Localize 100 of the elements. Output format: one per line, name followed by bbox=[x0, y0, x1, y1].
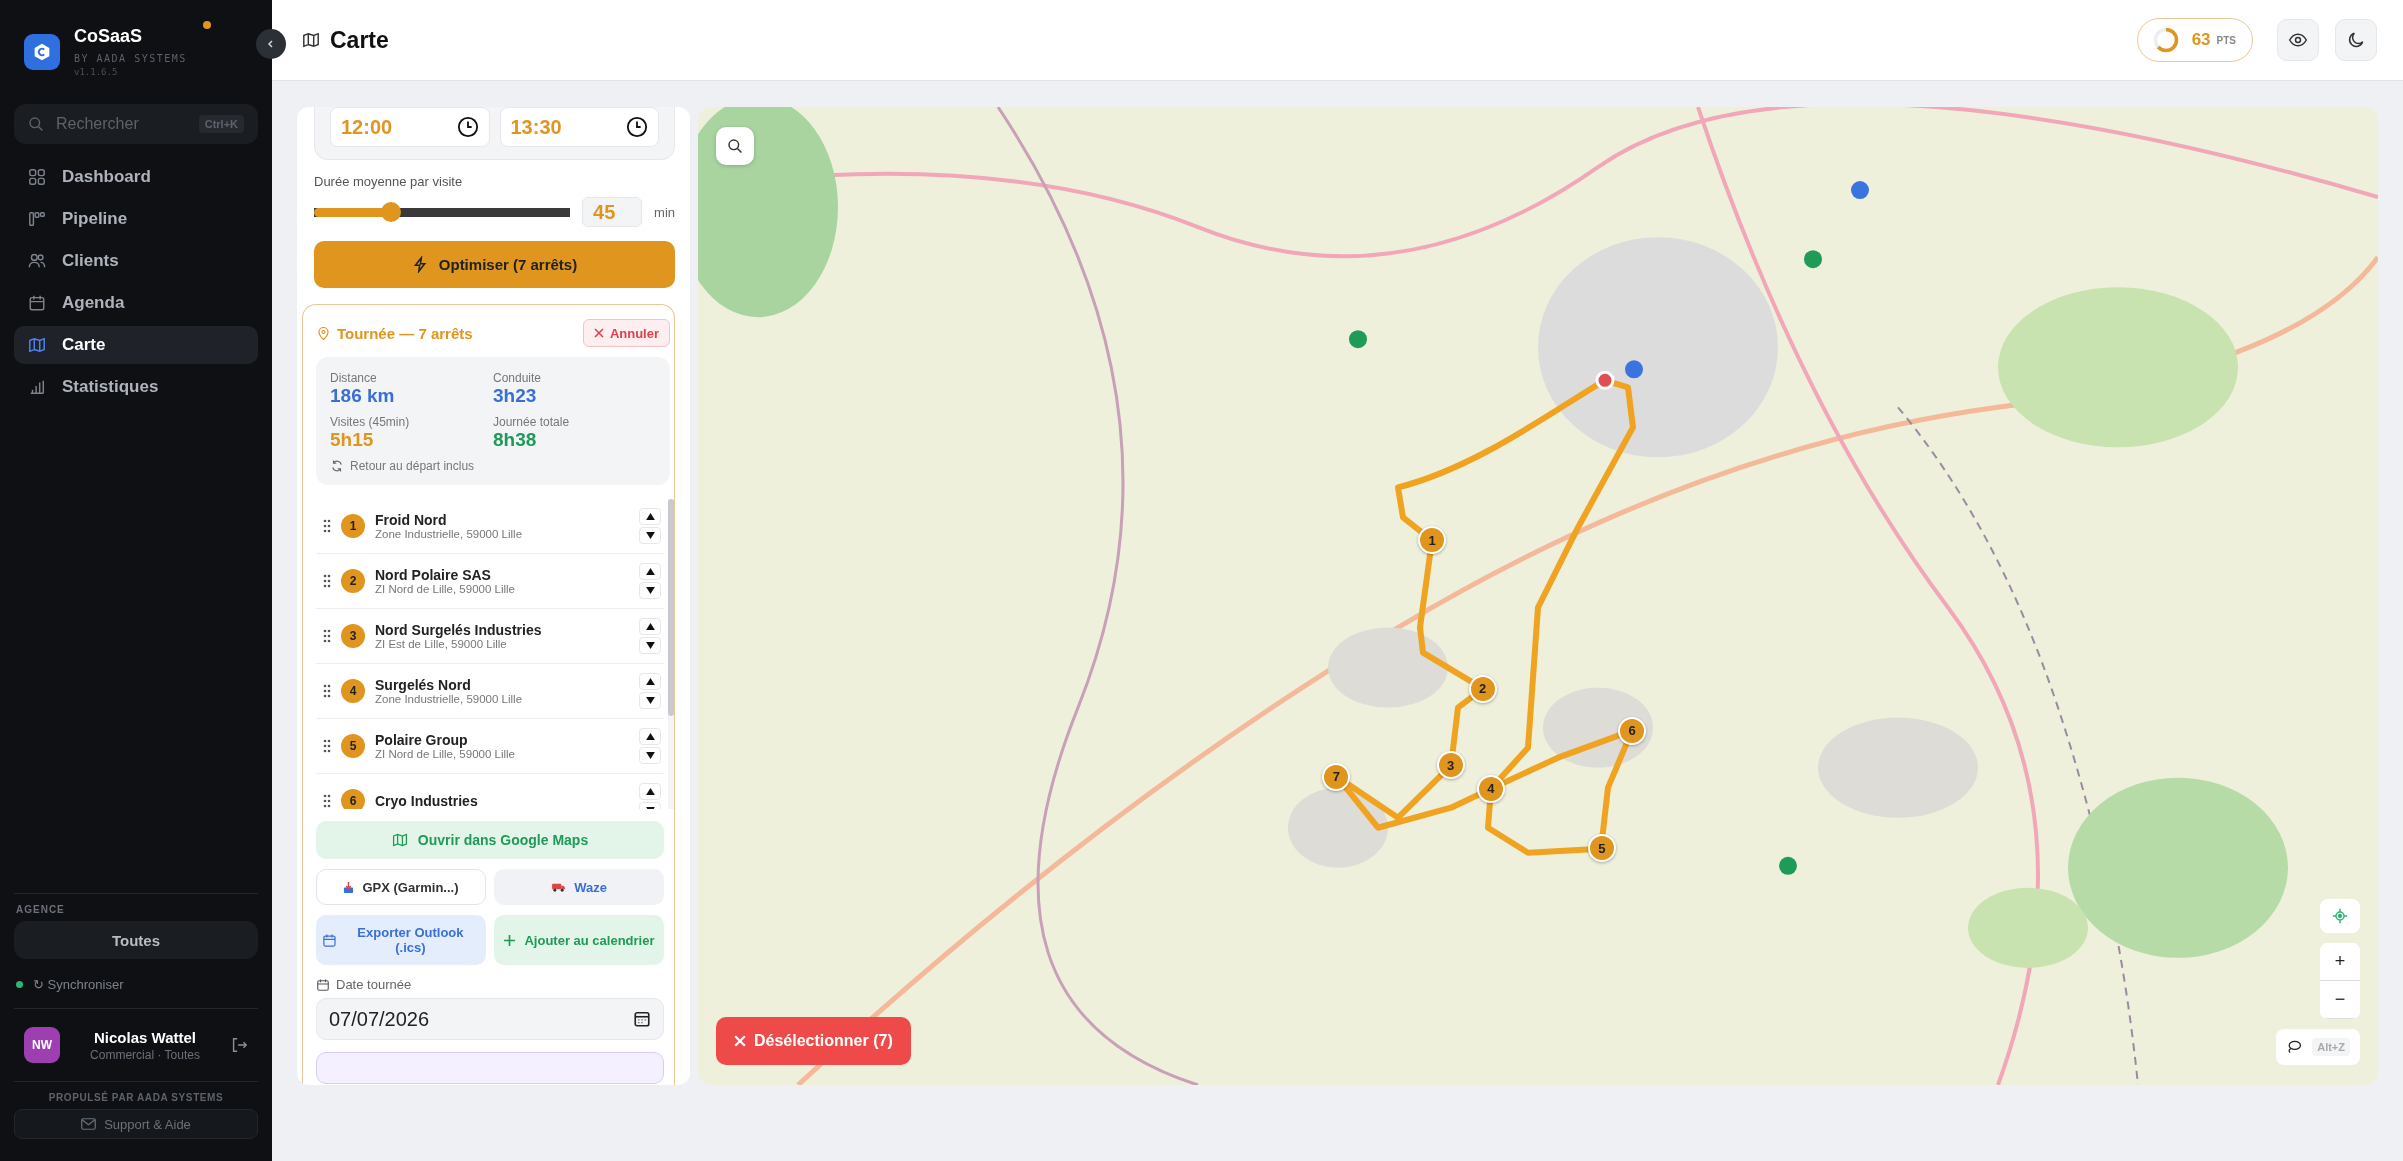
columns-icon bbox=[28, 210, 46, 228]
drag-handle-icon[interactable] bbox=[323, 794, 331, 808]
search-button[interactable] bbox=[716, 127, 754, 165]
powered-by-text: PROPULSÉ PAR AADA SYSTEMS bbox=[47, 1092, 225, 1103]
export-outlook-button[interactable]: Exporter Outlook (.ics) bbox=[316, 915, 486, 965]
nav-item[interactable]: Dashboard bbox=[14, 158, 258, 196]
stop-row[interactable]: 4 Surgelés Nord Zone Industrielle, 59000 Lille bbox=[316, 664, 664, 719]
stat-value: 186 km bbox=[330, 385, 396, 407]
triangle-down-icon bbox=[645, 752, 655, 759]
stat-value: 8h38 bbox=[493, 429, 538, 451]
zoom-in-button[interactable]: + bbox=[2320, 943, 2360, 981]
stop-name: Cryo Industries bbox=[375, 793, 479, 809]
triangle-down-icon bbox=[645, 642, 655, 649]
move-down-button[interactable] bbox=[639, 527, 661, 544]
calendar-icon bbox=[633, 1010, 651, 1028]
stop-name: Polaire Group bbox=[375, 732, 469, 748]
move-down-button[interactable] bbox=[639, 637, 661, 654]
move-up-button[interactable] bbox=[639, 508, 661, 525]
stop-row[interactable]: 5 Polaire Group ZI Nord de Lille, 59000 Lille bbox=[316, 719, 664, 774]
move-up-button[interactable] bbox=[639, 728, 661, 745]
triangle-up-icon bbox=[645, 678, 655, 685]
move-down-button[interactable] bbox=[639, 747, 661, 764]
stop-row[interactable]: 1 Froid Nord Zone Industrielle, 59000 Lille bbox=[316, 499, 664, 554]
stop-address: ZI Nord de Lille, 59000 Lille bbox=[375, 583, 516, 595]
calendar-icon bbox=[316, 977, 330, 992]
search-icon bbox=[28, 116, 44, 132]
user-name: Nicolas Wattel bbox=[94, 1028, 196, 1046]
optimize-button[interactable]: Optimiser (7 arrêts) bbox=[314, 241, 675, 288]
users-icon bbox=[28, 252, 46, 270]
stop-name: Nord Surgelés Industries bbox=[375, 622, 543, 638]
triangle-down-icon bbox=[645, 697, 655, 704]
stop-number: 6 bbox=[341, 789, 365, 809]
date-field[interactable]: 07/07/2026 bbox=[316, 998, 664, 1040]
nav-item[interactable]: Pipeline bbox=[14, 200, 258, 238]
drag-handle-icon[interactable] bbox=[323, 629, 331, 643]
move-down-button[interactable] bbox=[639, 692, 661, 709]
stop-number: 4 bbox=[341, 679, 365, 703]
stop-name: Nord Polaire SAS bbox=[375, 567, 492, 583]
stop-name: Froid Nord bbox=[375, 512, 448, 528]
sync-link[interactable]: ↻ Synchroniser bbox=[33, 977, 124, 992]
collapse-button[interactable] bbox=[256, 29, 286, 59]
duration-label: Durée moyenne par visite bbox=[314, 174, 464, 189]
agency-select[interactable]: Toutes bbox=[14, 921, 258, 959]
stat-label: Distance bbox=[330, 371, 378, 385]
nav-item[interactable]: Statistiques bbox=[14, 368, 258, 406]
triangle-up-icon bbox=[645, 568, 655, 575]
waze-button[interactable]: Waze bbox=[494, 869, 664, 905]
dark-mode-button[interactable] bbox=[2335, 19, 2377, 61]
return-note: Retour au départ inclus bbox=[350, 459, 475, 473]
stop-address: Zone Industrielle, 59000 Lille bbox=[375, 693, 524, 705]
stop-address: ZI Est de Lille, 59000 Lille bbox=[375, 638, 508, 650]
move-up-button[interactable] bbox=[639, 673, 661, 690]
search-icon bbox=[727, 138, 743, 154]
nav-item[interactable]: Clients bbox=[14, 242, 258, 280]
refresh-icon bbox=[330, 459, 344, 473]
stop-row[interactable]: 2 Nord Polaire SAS ZI Nord de Lille, 59000 Lille bbox=[316, 554, 664, 609]
logout-icon[interactable] bbox=[230, 1036, 248, 1054]
eye-icon bbox=[2288, 30, 2308, 50]
drag-handle-icon[interactable] bbox=[323, 519, 331, 533]
chevron-left-icon bbox=[266, 39, 276, 49]
app-tagline: BY AADA SYSTEMS bbox=[74, 53, 187, 64]
move-up-button[interactable] bbox=[639, 618, 661, 635]
logo-icon bbox=[24, 34, 60, 70]
gpx-button[interactable]: GPX (Garmin...) bbox=[316, 869, 486, 905]
stop-number: 2 bbox=[341, 569, 365, 593]
pin-icon bbox=[316, 325, 331, 341]
map-icon bbox=[391, 832, 408, 848]
stat-value: 5h15 bbox=[330, 429, 375, 451]
agency-label: AGENCE bbox=[15, 904, 66, 915]
eye-button[interactable] bbox=[2277, 19, 2319, 61]
map-icon bbox=[28, 336, 46, 354]
download-icon bbox=[343, 880, 355, 894]
triangle-up-icon bbox=[645, 623, 655, 630]
stop-row[interactable]: 3 Nord Surgelés Industries ZI Est de Lille, 59000 Lille bbox=[316, 609, 664, 664]
stat-label: Conduite bbox=[493, 371, 543, 385]
calendar-icon bbox=[28, 294, 46, 312]
deselect-button[interactable]: Désélectionner (7) bbox=[716, 1017, 911, 1065]
app-version: v1.1.6.5 bbox=[74, 67, 119, 77]
map-icon bbox=[302, 31, 320, 49]
move-down-button[interactable] bbox=[639, 582, 661, 599]
grid-icon bbox=[28, 168, 46, 186]
scrollbar[interactable] bbox=[668, 499, 674, 809]
stop-name: Surgelés Nord bbox=[375, 677, 472, 693]
slider-thumb[interactable] bbox=[380, 202, 401, 222]
tour-title: Tournée — 7 arrêts bbox=[337, 324, 473, 342]
move-up-button[interactable] bbox=[639, 563, 661, 580]
close-icon bbox=[593, 328, 604, 338]
drag-handle-icon[interactable] bbox=[323, 684, 331, 698]
cancel-button[interactable]: Annuler bbox=[582, 319, 670, 347]
support-button[interactable]: Support & Aide bbox=[14, 1109, 258, 1139]
user-role: Commercial · Toutes bbox=[90, 1047, 200, 1062]
triangle-down-icon bbox=[645, 532, 655, 539]
unit-label: min bbox=[654, 204, 675, 220]
truck-icon bbox=[551, 881, 567, 893]
drag-handle-icon[interactable] bbox=[323, 574, 331, 588]
stop-address: ZI Nord de Lille, 59000 Lille bbox=[375, 748, 516, 760]
drag-handle-icon[interactable] bbox=[323, 739, 331, 753]
nav-item[interactable]: Agenda bbox=[14, 284, 258, 322]
nav-item[interactable]: Carte bbox=[14, 326, 258, 364]
move-up-button[interactable] bbox=[639, 783, 661, 800]
